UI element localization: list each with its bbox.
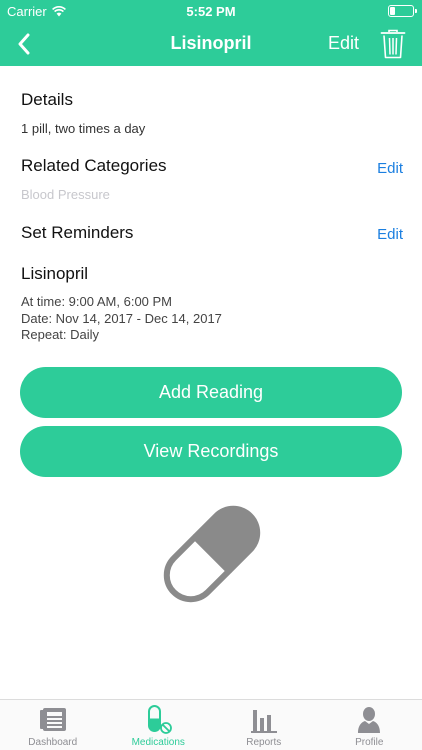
trash-icon	[380, 29, 406, 59]
status-bar: Carrier 5:52 PM	[0, 0, 422, 22]
categories-heading: Related Categories	[21, 156, 167, 175]
edit-reminders-button[interactable]: Edit	[377, 226, 403, 243]
tab-label: Profile	[355, 737, 384, 748]
add-reading-button[interactable]: Add Reading	[20, 367, 402, 418]
reminder-repeat: Repeat: Daily	[21, 327, 100, 342]
status-time: 5:52 PM	[186, 4, 236, 19]
header: Carrier 5:52 PM Lisinopril Edit	[0, 0, 422, 66]
tab-label: Dashboard	[28, 737, 78, 748]
tab-bar: Dashboard Medications Reports Profile	[0, 699, 422, 750]
bar-chart-icon	[249, 705, 279, 735]
navigation-bar: Lisinopril Edit	[0, 22, 422, 66]
reminder-medication-name: Lisinopril	[21, 264, 89, 283]
tab-label: Medications	[131, 737, 185, 748]
reminder-time: At time: 9:00 AM, 6:00 PM	[21, 294, 173, 309]
tab-dashboard[interactable]: Dashboard	[0, 700, 106, 750]
edit-medication-button[interactable]: Edit	[328, 33, 359, 54]
edit-categories-button[interactable]: Edit	[377, 160, 403, 177]
dosage-text: 1 pill, two times a day	[21, 121, 146, 136]
reminder-date-range: Date: Nov 14, 2017 - Dec 14, 2017	[21, 311, 222, 326]
tab-reports[interactable]: Reports	[211, 700, 317, 750]
category-value: Blood Pressure	[21, 187, 110, 202]
pill-icon	[143, 705, 173, 735]
tab-profile[interactable]: Profile	[317, 700, 422, 750]
view-recordings-button[interactable]: View Recordings	[20, 426, 402, 477]
reminders-heading: Set Reminders	[21, 223, 134, 242]
person-icon	[354, 705, 384, 735]
delete-button[interactable]	[380, 29, 406, 59]
newspaper-icon	[38, 705, 68, 735]
tab-label: Reports	[246, 737, 282, 748]
pill-illustration-icon	[163, 505, 261, 603]
details-heading: Details	[21, 90, 73, 109]
battery-icon	[388, 5, 417, 17]
tab-medications[interactable]: Medications	[106, 700, 212, 750]
